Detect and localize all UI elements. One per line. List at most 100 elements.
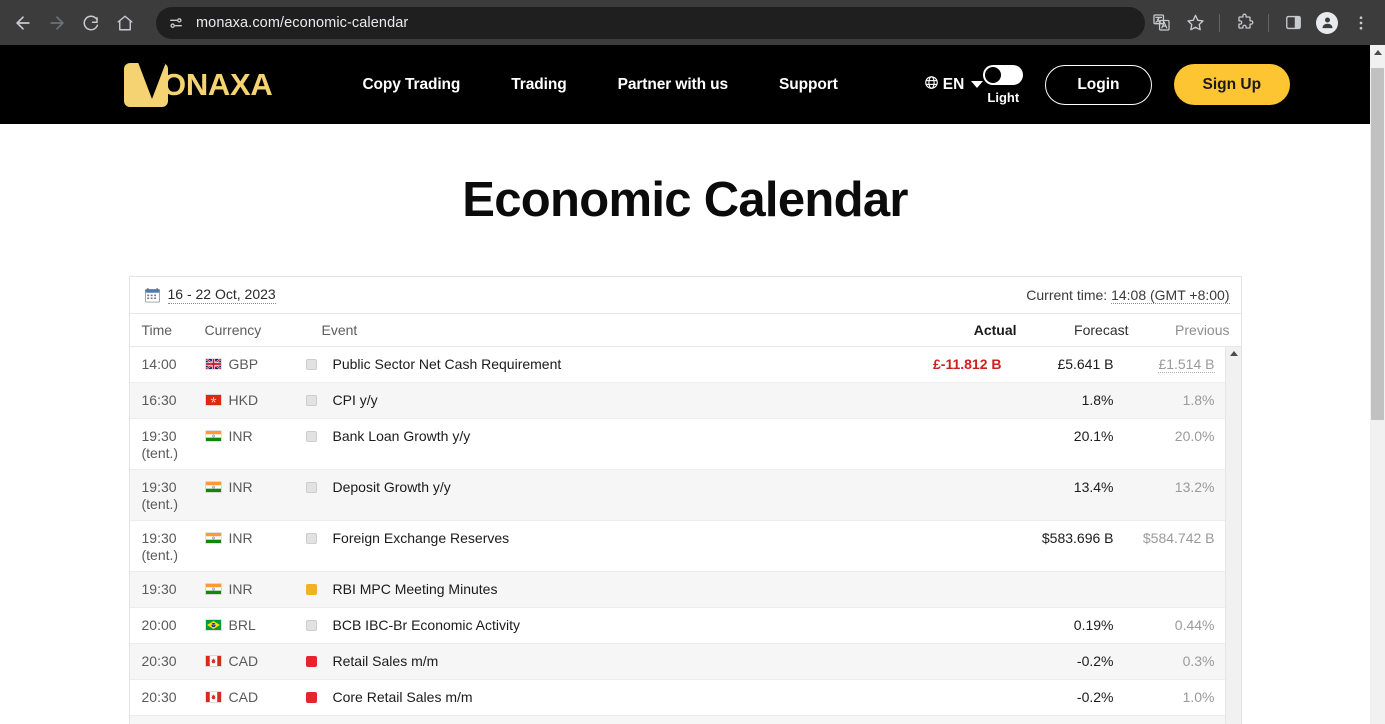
table-row[interactable]: 20:30 CAD Retail Sales m/m -0.2% 0.3%: [129, 644, 1226, 681]
logo-mark-icon: [124, 62, 168, 107]
toolbar-divider-2: [1268, 13, 1269, 32]
address-bar[interactable]: monaxa.com/economic-calendar: [156, 6, 1145, 39]
calendar-scrollbar[interactable]: [1224, 347, 1241, 724]
currency-code: BRL: [228, 617, 256, 634]
nav-item-copy-trading[interactable]: Copy Trading: [362, 76, 460, 94]
cell-currency: INR: [204, 581, 300, 597]
theme-toggle-label: Light: [987, 89, 1020, 105]
extensions-puzzle-icon[interactable]: [1228, 7, 1260, 39]
event-name[interactable]: Foreign Exchange Reserves: [333, 530, 510, 546]
cell-previous: $584.742 B: [1142, 530, 1215, 547]
page-scroll-up-arrow-icon[interactable]: [1373, 50, 1382, 55]
profile-avatar[interactable]: [1311, 7, 1343, 39]
impact-indicator-med: [305, 583, 317, 595]
table-row[interactable]: 19:30 (tent.) INR Bank Loan Growth y/y 20.1%…: [129, 419, 1226, 471]
signup-button[interactable]: Sign Up: [1173, 64, 1291, 105]
theme-toggle-track[interactable]: [983, 64, 1024, 85]
event-name[interactable]: BCB IBC-Br Economic Activity: [333, 617, 521, 633]
page-scrollbar-thumb[interactable]: [1371, 68, 1384, 420]
flag-in-icon: [204, 481, 222, 494]
back-icon[interactable]: [6, 6, 40, 40]
calendar-table-header: Time Currency Event Actual Forecast Prev…: [129, 314, 1241, 347]
cell-forecast: 0.19%: [1073, 617, 1114, 634]
event-time: 14:00: [141, 356, 177, 372]
flag-ca-icon: [204, 691, 222, 704]
browser-toolbar-right: [1145, 7, 1385, 39]
calendar-icon: [144, 287, 160, 303]
currency-code: HKD: [228, 392, 259, 408]
globe-icon: [924, 75, 939, 95]
scroll-up-arrow-icon[interactable]: [1229, 351, 1238, 356]
main-navigation: Copy Trading Trading Partner with us Sup…: [362, 75, 984, 95]
home-icon[interactable]: [108, 6, 142, 40]
event-time-tentative: (tent.): [141, 546, 179, 563]
cell-currency: INR: [204, 428, 300, 444]
page-scrollbar[interactable]: [1370, 45, 1385, 724]
event-name[interactable]: Bank Loan Growth y/y: [333, 428, 471, 444]
flag-in-icon: [204, 430, 222, 442]
event-name[interactable]: Retail Sales m/m: [333, 653, 439, 669]
cell-forecast: £5.641 B: [1057, 356, 1114, 372]
currency-code: INR: [228, 479, 253, 496]
impact-indicator-high: [305, 655, 317, 667]
nav-item-partner-with-us[interactable]: Partner with us: [618, 76, 729, 94]
event-name[interactable]: Core Retail Sales m/m: [333, 689, 473, 705]
translate-icon[interactable]: [1145, 7, 1177, 39]
cell-time: 19:30 (tent.): [130, 428, 205, 461]
cell-time: 14:00: [130, 356, 205, 373]
table-row[interactable]: 20:30 CAD Core Retail Sales m/m -0.2% 1.0%: [129, 680, 1226, 717]
event-time: 19:30: [141, 479, 177, 496]
table-row[interactable]: 16:30 HKD CPI y/y 1.8% 1.8%: [129, 383, 1226, 419]
cell-currency: HKD: [204, 392, 300, 408]
flag-ca-icon: [204, 655, 222, 668]
monaxa-logo[interactable]: ONAXA: [124, 62, 273, 107]
site-info-icon[interactable]: [166, 13, 186, 33]
cell-previous: 20.0%: [1174, 428, 1215, 444]
url-text: monaxa.com/economic-calendar: [196, 14, 409, 31]
event-name[interactable]: Public Sector Net Cash Requirement: [333, 356, 562, 372]
nav-item-support[interactable]: Support: [779, 76, 838, 94]
page-viewport: ONAXA Copy Trading Trading Partner with …: [0, 45, 1370, 724]
forward-icon[interactable]: [40, 6, 74, 40]
table-row[interactable]: 19:30 (tent.) INR Deposit Growth y/y 13.4% 13…: [129, 470, 1226, 522]
event-name[interactable]: Deposit Growth y/y: [333, 479, 451, 495]
event-name[interactable]: RBI MPC Meeting Minutes: [333, 581, 498, 597]
event-name[interactable]: CPI y/y: [333, 392, 378, 408]
current-time-value[interactable]: 14:08 (GMT +8:00): [1111, 287, 1230, 304]
cell-previous: 0.3%: [1182, 653, 1215, 670]
cell-event: Retail Sales m/m: [300, 653, 890, 669]
cell-currency: INR: [204, 530, 300, 546]
table-row[interactable]: 19:30 (tent.) INR Foreign Exchange Reserves…: [129, 521, 1226, 573]
currency-code: GBP: [228, 356, 259, 372]
theme-toggle[interactable]: Light: [983, 64, 1024, 105]
cell-time: 20:00: [130, 617, 205, 634]
event-time: 20:30: [141, 689, 177, 706]
language-selector[interactable]: EN: [924, 75, 984, 95]
event-time: 20:30: [141, 653, 177, 670]
reload-icon[interactable]: [74, 6, 108, 40]
chrome-menu-icon[interactable]: [1345, 7, 1377, 39]
cell-forecast: 13.4%: [1073, 479, 1114, 496]
nav-item-trading[interactable]: Trading: [511, 76, 566, 94]
cell-forecast: -0.2%: [1076, 689, 1114, 706]
table-row[interactable]: 14:00 GBP Public Sector Net Cash Requireme…: [129, 347, 1226, 383]
previous-value[interactable]: £1.514 B: [1158, 356, 1215, 373]
event-time: 20:00: [141, 617, 177, 634]
impact-indicator-low: [305, 430, 317, 442]
date-range-picker[interactable]: 16 - 22 Oct, 2023: [144, 286, 276, 305]
column-header-actual: Actual: [973, 322, 1017, 338]
date-range-value[interactable]: 16 - 22 Oct, 2023: [167, 286, 276, 305]
currency-code: CAD: [228, 689, 259, 706]
cell-event: Public Sector Net Cash Requirement: [300, 356, 890, 372]
event-time: 19:30: [141, 428, 177, 444]
side-panel-icon[interactable]: [1277, 7, 1309, 39]
cell-event: Bank Loan Growth y/y: [300, 428, 890, 444]
table-row[interactable]: 19:30 INR RBI MPC Meeting Minutes: [129, 572, 1226, 609]
table-row[interactable]: 20:00 BRL BCB IBC-Br Economic Activity 0.19…: [129, 608, 1226, 645]
economic-calendar-widget: 16 - 22 Oct, 2023 Current time: 14:08 (G…: [128, 276, 1242, 724]
column-header-time: Time: [141, 322, 173, 338]
page-title: Economic Calendar: [462, 173, 908, 227]
bookmark-star-icon[interactable]: [1179, 7, 1211, 39]
login-button[interactable]: Login: [1045, 64, 1152, 105]
table-row[interactable]: 20:30EURECB Supervisory Board Member McC…: [129, 716, 1226, 724]
